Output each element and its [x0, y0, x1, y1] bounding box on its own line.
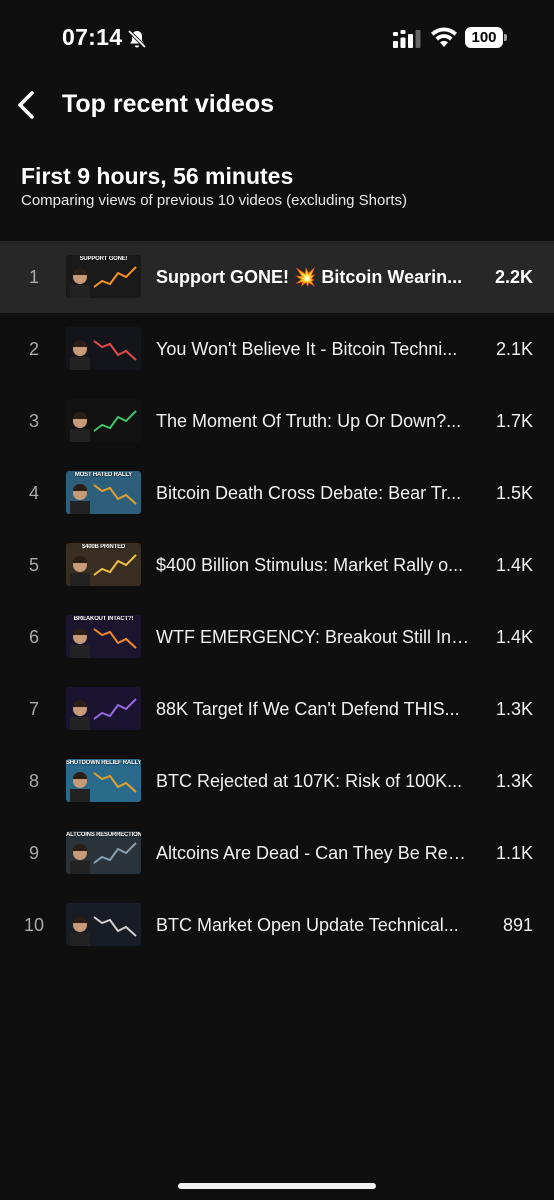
video-title: BTC Market Open Update Technical...	[156, 915, 459, 935]
video-thumbnail[interactable]: SHUTDOWN RELIEF RALLY	[66, 759, 141, 802]
battery-level: 100	[465, 27, 503, 48]
thumbnail-caption: MOST HATED RALLY	[74, 472, 133, 478]
video-row[interactable]: 2 You Won't Believe It - Bitcoin Techni..…	[0, 313, 554, 385]
video-thumbnail[interactable]: MOST HATED RALLY	[66, 471, 141, 514]
video-row[interactable]: 6 BREAKOUT INTACT?! WTF EMERGENCY: Breakou…	[0, 601, 554, 673]
video-views: 891	[502, 915, 533, 935]
bell-muted-icon	[127, 29, 147, 49]
battery-tip	[504, 34, 507, 41]
video-thumbnail[interactable]: ALTCOINS RESURRECTION NEEDED	[66, 831, 141, 874]
video-title: Bitcoin Death Cross Debate: Bear Tr...	[156, 483, 462, 503]
video-rank: 6	[28, 627, 39, 647]
video-rank: 7	[28, 699, 39, 719]
video-thumbnail[interactable]: BREAKOUT INTACT?!	[66, 615, 141, 658]
video-views: 1.3K	[495, 771, 533, 791]
video-rank: 1	[28, 267, 39, 287]
video-row[interactable]: 7 88K Target If We Can't Defend THIS... 1.…	[0, 673, 554, 745]
video-thumbnail[interactable]: $400B PRINTED	[66, 543, 141, 586]
video-title: BTC Rejected at 107K: Risk of 100K...	[156, 771, 463, 791]
video-title: Altcoins Are Dead - Can They Be Rev...	[156, 843, 470, 863]
video-rank: 3	[28, 411, 39, 431]
signal-icon	[393, 30, 421, 48]
page-title: Top recent videos	[62, 90, 275, 118]
video-list: 1 SUPPORT GONE! Support GONE! 💥 Bitcoin We…	[0, 241, 554, 961]
video-title: The Moment Of Truth: Up Or Down?...	[156, 411, 462, 431]
thumbnail-caption: BREAKOUT INTACT?!	[73, 616, 134, 622]
video-title: Support GONE! 💥 Bitcoin Wearin...	[156, 267, 463, 287]
thumbnail-caption: SUPPORT GONE!	[79, 256, 128, 262]
video-thumbnail[interactable]	[66, 687, 141, 730]
back-arrow-icon[interactable]	[12, 88, 40, 122]
header: Top recent videos	[0, 80, 554, 130]
battery-indicator: 100	[465, 27, 507, 48]
thumbnail-caption: SHUTDOWN RELIEF RALLY	[66, 760, 141, 766]
wifi-icon	[431, 27, 457, 47]
video-thumbnail[interactable]: SUPPORT GONE!	[66, 255, 141, 298]
video-rank: 5	[28, 555, 39, 575]
video-views: 1.4K	[495, 555, 533, 575]
section-title: First 9 hours, 56 minutes	[21, 163, 294, 189]
video-row[interactable]: 5 $400B PRINTED $400 Billion Stimulus: Mar…	[0, 529, 554, 601]
video-row[interactable]: 3 The Moment Of Truth: Up Or Down?... 1.7K	[0, 385, 554, 457]
video-row[interactable]: 4 MOST HATED RALLY Bitcoin Death Cross Deb…	[0, 457, 554, 529]
video-row[interactable]: 10 BTC Market Open Update Technical... 891	[0, 889, 554, 961]
video-row[interactable]: 1 SUPPORT GONE! Support GONE! 💥 Bitcoin We…	[0, 241, 554, 313]
thumbnail-caption: ALTCOINS RESURRECTION NEEDED	[66, 832, 141, 838]
video-rank: 2	[28, 339, 39, 359]
section-subtitle: Comparing views of previous 10 videos (e…	[21, 192, 408, 209]
video-rank: 8	[28, 771, 39, 791]
video-views: 2.2K	[494, 267, 533, 287]
video-title: WTF EMERGENCY: Breakout Still Int...	[156, 627, 470, 647]
home-indicator[interactable]	[178, 1183, 376, 1189]
video-views: 1.1K	[495, 843, 533, 863]
thumbnail-caption: $400B PRINTED	[81, 544, 126, 550]
status-bar: 07:14 100	[0, 0, 554, 72]
video-thumbnail[interactable]	[66, 327, 141, 370]
video-thumbnail[interactable]	[66, 903, 141, 946]
video-row[interactable]: 9 ALTCOINS RESURRECTION NEEDED Altcoins Ar…	[0, 817, 554, 889]
status-time: 07:14	[62, 24, 123, 50]
video-rank: 4	[28, 483, 39, 503]
video-row[interactable]: 8 SHUTDOWN RELIEF RALLY BTC Rejected at 10…	[0, 745, 554, 817]
video-title: $400 Billion Stimulus: Market Rally o...	[156, 555, 464, 575]
video-thumbnail[interactable]	[66, 399, 141, 442]
video-title: 88K Target If We Can't Defend THIS...	[156, 699, 460, 719]
video-views: 1.7K	[495, 411, 533, 431]
video-views: 1.3K	[495, 699, 533, 719]
video-rank: 10	[23, 915, 45, 935]
video-title: You Won't Believe It - Bitcoin Techni...	[156, 339, 458, 359]
video-views: 1.5K	[495, 483, 533, 503]
video-views: 1.4K	[495, 627, 533, 647]
video-rank: 9	[28, 843, 39, 863]
video-views: 2.1K	[495, 339, 533, 359]
